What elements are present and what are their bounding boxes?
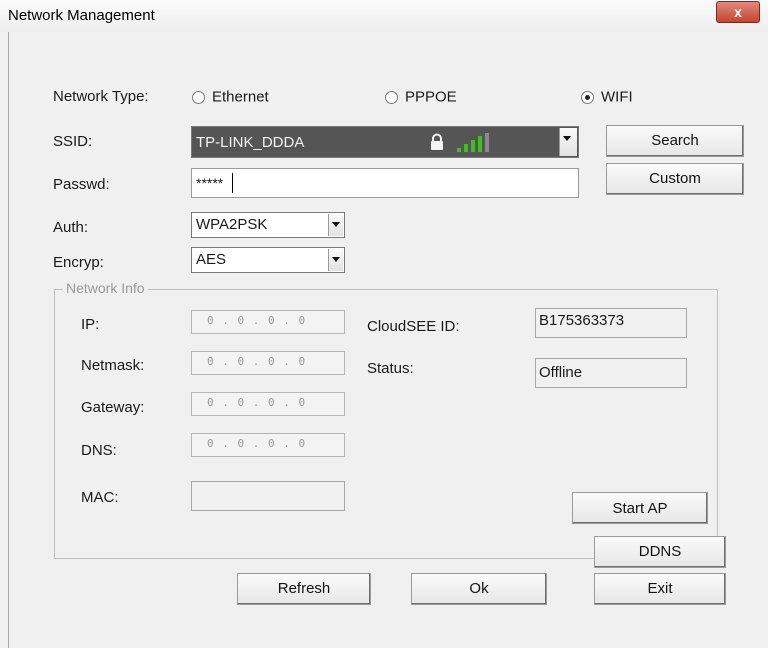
exit-button[interactable]: Exit: [594, 573, 726, 605]
chevron-down-icon[interactable]: [328, 214, 343, 236]
search-button[interactable]: Search: [606, 125, 744, 157]
radio-ethernet[interactable]: Ethernet: [192, 88, 269, 106]
radio-pppoe[interactable]: PPPOE: [385, 88, 457, 106]
radio-ethernet-label: Ethernet: [212, 88, 269, 106]
ok-button[interactable]: Ok: [411, 573, 547, 605]
mac-label: MAC:: [81, 489, 119, 506]
password-value: *****: [196, 175, 224, 191]
dns-label: DNS:: [81, 442, 117, 459]
ssid-value: TP-LINK_DDDA: [196, 134, 305, 151]
ddns-button[interactable]: DDNS: [594, 536, 726, 568]
ip-label: IP:: [81, 316, 100, 333]
custom-button[interactable]: Custom: [606, 163, 744, 195]
encryp-value: AES: [196, 251, 227, 268]
ip-field[interactable]: 0 . 0 . 0 . 0: [191, 310, 345, 334]
mac-field[interactable]: [191, 481, 345, 511]
start-ap-button[interactable]: Start AP: [572, 492, 708, 524]
signal-strength-icon: [457, 133, 489, 152]
lock-icon: [431, 133, 443, 150]
chevron-down-icon[interactable]: [328, 249, 343, 271]
netmask-label: Netmask:: [81, 357, 145, 374]
radio-ethernet-indicator: [192, 90, 205, 104]
password-field[interactable]: *****: [191, 168, 579, 198]
radio-pppoe-label: PPPOE: [405, 88, 457, 106]
network-type-label: Network Type:: [53, 88, 149, 105]
ssid-label: SSID:: [53, 133, 93, 150]
gateway-field[interactable]: 0 . 0 . 0 . 0: [191, 392, 345, 416]
window-title: Network Management: [8, 7, 155, 24]
netmask-field[interactable]: 0 . 0 . 0 . 0: [191, 351, 345, 375]
radio-wifi-label: WIFI: [601, 88, 633, 106]
chevron-down-icon[interactable]: [559, 128, 577, 156]
radio-pppoe-indicator: [385, 90, 398, 104]
status-label: Status:: [367, 360, 414, 377]
cloudsee-id-label: CloudSEE ID:: [367, 318, 460, 335]
refresh-button[interactable]: Refresh: [237, 573, 371, 605]
network-info-title: Network Info: [63, 280, 148, 296]
gateway-label: Gateway:: [81, 399, 145, 416]
encryp-label: Encryp:: [53, 254, 104, 271]
passwd-label: Passwd:: [53, 176, 110, 193]
radio-wifi-indicator: [581, 90, 594, 104]
auth-value: WPA2PSK: [196, 216, 268, 233]
close-button[interactable]: x: [716, 1, 760, 23]
encryp-dropdown[interactable]: AES: [191, 247, 345, 273]
dialog-body: Network Type: Ethernet PPPOE WIFI SSID: …: [8, 32, 761, 648]
ssid-dropdown[interactable]: TP-LINK_DDDA: [191, 126, 579, 158]
auth-label: Auth:: [53, 219, 89, 236]
radio-wifi[interactable]: WIFI: [581, 88, 633, 106]
title-bar: Network Management x: [0, 0, 768, 32]
cloudsee-id-field: B175363373: [535, 308, 687, 338]
text-caret: [232, 173, 233, 193]
dns-field[interactable]: 0 . 0 . 0 . 0: [191, 433, 345, 457]
network-management-window: Network Management x Network Type: Ether…: [0, 0, 768, 648]
auth-dropdown[interactable]: WPA2PSK: [191, 212, 345, 238]
status-field: Offline: [535, 358, 687, 388]
